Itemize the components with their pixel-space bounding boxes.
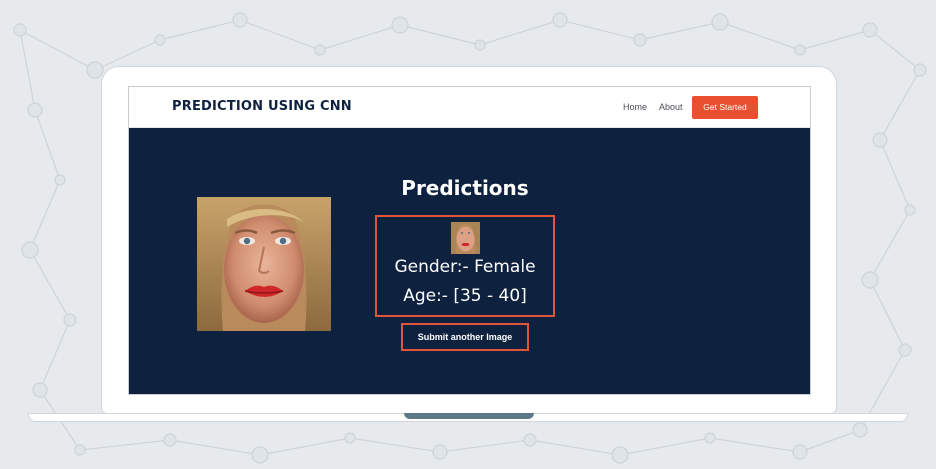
face-thumbnail: [451, 222, 480, 254]
laptop-notch: [404, 413, 534, 419]
nav-link-about[interactable]: About: [659, 102, 683, 112]
age-prediction: Age:- [35 - 40]: [403, 286, 527, 306]
submit-another-image-button[interactable]: Submit another Image: [401, 323, 529, 351]
brand-title[interactable]: PREDICTION USING CNN: [172, 99, 352, 114]
nav-link-home[interactable]: Home: [623, 102, 647, 112]
navbar: PREDICTION USING CNN Home About Get Star…: [129, 87, 810, 128]
gender-prediction: Gender:- Female: [394, 257, 536, 277]
app-screen: PREDICTION USING CNN Home About Get Star…: [128, 86, 811, 395]
get-started-button[interactable]: Get Started: [692, 96, 758, 119]
predictions-title: Predictions: [401, 176, 529, 200]
prediction-result-box: Gender:- Female Age:- [35 - 40]: [375, 215, 555, 317]
uploaded-face-image: [197, 197, 331, 331]
